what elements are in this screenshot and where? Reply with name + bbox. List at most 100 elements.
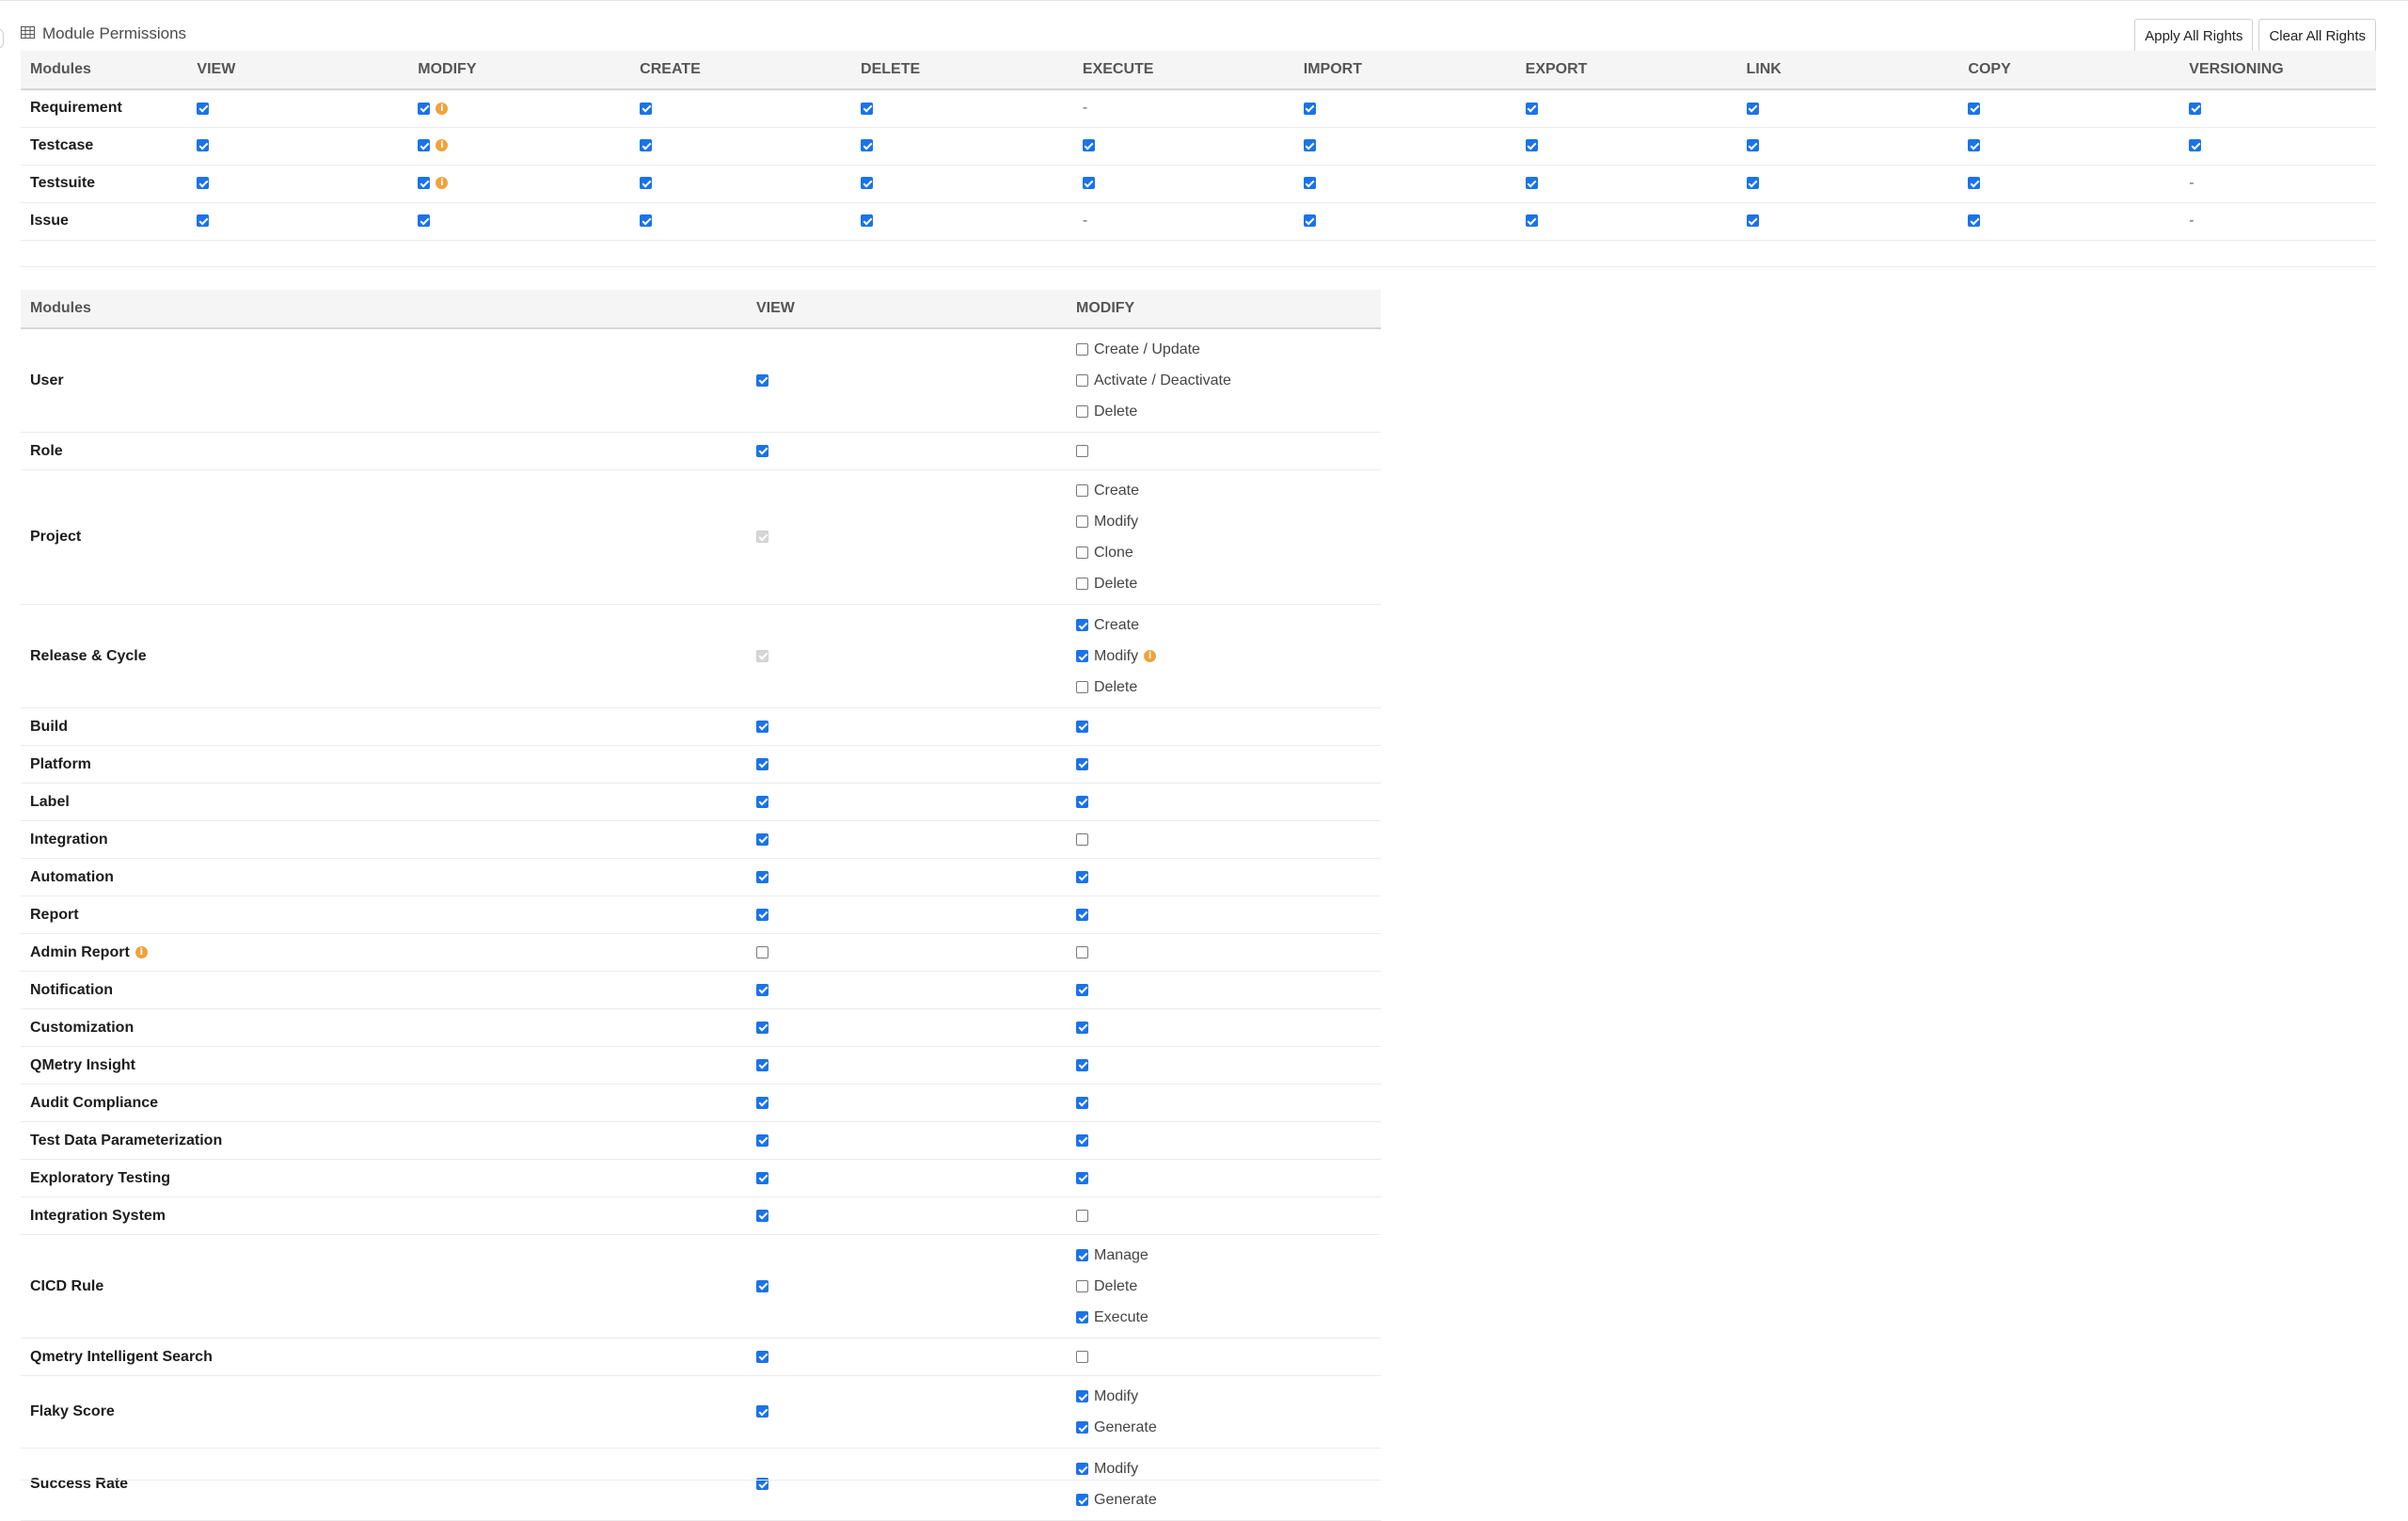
modify-checkbox[interactable] bbox=[418, 214, 431, 228]
view-checkbox[interactable] bbox=[756, 1058, 768, 1071]
view-checkbox[interactable] bbox=[756, 908, 768, 921]
modify-option[interactable]: Generate bbox=[1076, 1412, 1381, 1443]
execute-checkbox[interactable] bbox=[1082, 139, 1095, 152]
import-checkbox[interactable] bbox=[1303, 102, 1316, 115]
modify-checkbox[interactable] bbox=[1076, 444, 1088, 457]
modify-generate-checkbox[interactable] bbox=[1076, 1494, 1088, 1506]
apply-all-rights-button[interactable]: Apply All Rights bbox=[2134, 19, 2254, 53]
copy-checkbox[interactable] bbox=[1968, 102, 1981, 115]
create-checkbox[interactable] bbox=[640, 214, 653, 228]
link-checkbox[interactable] bbox=[1746, 214, 1759, 228]
modify-create-update-checkbox[interactable] bbox=[1076, 343, 1088, 356]
view-checkbox[interactable] bbox=[756, 1133, 768, 1147]
view-checkbox[interactable] bbox=[197, 214, 210, 228]
modify-checkbox[interactable] bbox=[418, 102, 431, 115]
export-checkbox[interactable] bbox=[1525, 177, 1538, 190]
versioning-checkbox[interactable] bbox=[2189, 139, 2202, 152]
delete-checkbox[interactable] bbox=[861, 102, 874, 115]
view-checkbox[interactable] bbox=[756, 983, 768, 996]
create-checkbox[interactable] bbox=[640, 139, 653, 152]
info-icon[interactable]: i bbox=[436, 102, 449, 115]
info-icon[interactable]: i bbox=[1144, 650, 1157, 662]
modify-checkbox[interactable] bbox=[1076, 1096, 1088, 1109]
modify-option[interactable]: Create bbox=[1076, 475, 1381, 506]
modify-delete-checkbox[interactable] bbox=[1076, 1280, 1088, 1292]
collapse-handle[interactable] bbox=[0, 28, 4, 49]
info-icon[interactable]: i bbox=[135, 945, 148, 959]
modify-modify-checkbox[interactable] bbox=[1076, 650, 1088, 662]
create-checkbox[interactable] bbox=[640, 102, 653, 115]
modify-delete-checkbox[interactable] bbox=[1076, 681, 1088, 693]
view-checkbox[interactable] bbox=[756, 1405, 768, 1418]
import-checkbox[interactable] bbox=[1303, 177, 1316, 190]
delete-checkbox[interactable] bbox=[861, 177, 874, 190]
copy-checkbox[interactable] bbox=[1968, 139, 1981, 152]
view-checkbox[interactable] bbox=[197, 102, 210, 115]
modify-checkbox[interactable] bbox=[1076, 1171, 1088, 1184]
view-checkbox[interactable] bbox=[756, 795, 768, 808]
modify-checkbox[interactable] bbox=[1076, 870, 1088, 883]
modify-checkbox[interactable] bbox=[1076, 908, 1088, 921]
view-checkbox[interactable] bbox=[756, 444, 768, 457]
modify-option[interactable]: Clone bbox=[1076, 537, 1381, 568]
modify-checkbox[interactable] bbox=[1076, 795, 1088, 808]
modify-option[interactable]: Activate / Deactivate bbox=[1076, 365, 1381, 396]
modify-checkbox[interactable] bbox=[418, 177, 431, 190]
view-checkbox[interactable] bbox=[756, 870, 768, 883]
modify-modify-checkbox[interactable] bbox=[1076, 1463, 1088, 1475]
execute-checkbox[interactable] bbox=[1082, 177, 1095, 190]
modify-create-checkbox[interactable] bbox=[1076, 484, 1088, 497]
view-checkbox[interactable] bbox=[756, 1171, 768, 1184]
modify-option[interactable]: Modify i bbox=[1076, 641, 1381, 672]
copy-checkbox[interactable] bbox=[1968, 177, 1981, 190]
modify-option[interactable]: Delete bbox=[1076, 672, 1381, 703]
import-checkbox[interactable] bbox=[1303, 214, 1316, 228]
modify-option[interactable]: Modify bbox=[1076, 1381, 1381, 1412]
clear-all-rights-button[interactable]: Clear All Rights bbox=[2258, 19, 2376, 53]
view-checkbox[interactable] bbox=[756, 1021, 768, 1034]
modify-clone-checkbox[interactable] bbox=[1076, 547, 1088, 559]
modify-create-checkbox[interactable] bbox=[1076, 619, 1088, 631]
view-checkbox[interactable] bbox=[756, 1209, 768, 1222]
modify-generate-checkbox[interactable] bbox=[1076, 1421, 1088, 1434]
modify-checkbox[interactable] bbox=[1076, 945, 1088, 959]
view-checkbox[interactable] bbox=[756, 945, 768, 959]
modify-activate-deactivate-checkbox[interactable] bbox=[1076, 374, 1088, 387]
view-checkbox[interactable] bbox=[197, 139, 210, 152]
modify-checkbox[interactable] bbox=[1076, 1350, 1088, 1363]
import-checkbox[interactable] bbox=[1303, 139, 1316, 152]
modify-checkbox[interactable] bbox=[1076, 1133, 1088, 1147]
export-checkbox[interactable] bbox=[1525, 102, 1538, 115]
copy-checkbox[interactable] bbox=[1968, 214, 1981, 228]
link-checkbox[interactable] bbox=[1746, 102, 1759, 115]
modify-checkbox[interactable] bbox=[1076, 757, 1088, 770]
link-checkbox[interactable] bbox=[1746, 139, 1759, 152]
view-checkbox[interactable] bbox=[756, 1350, 768, 1363]
modify-checkbox[interactable] bbox=[1076, 720, 1088, 733]
modify-modify-checkbox[interactable] bbox=[1076, 515, 1088, 528]
modify-checkbox[interactable] bbox=[1076, 983, 1088, 996]
versioning-checkbox[interactable] bbox=[2189, 102, 2202, 115]
export-checkbox[interactable] bbox=[1525, 139, 1538, 152]
modify-option[interactable]: Create bbox=[1076, 610, 1381, 641]
modify-checkbox[interactable] bbox=[1076, 1021, 1088, 1034]
delete-checkbox[interactable] bbox=[861, 139, 874, 152]
modify-option[interactable]: Delete bbox=[1076, 1271, 1381, 1302]
view-checkbox[interactable] bbox=[756, 1279, 768, 1292]
modify-checkbox[interactable] bbox=[1076, 832, 1088, 846]
view-checkbox[interactable] bbox=[756, 757, 768, 770]
view-checkbox[interactable] bbox=[756, 1096, 768, 1109]
modify-option[interactable]: Create / Update bbox=[1076, 334, 1381, 365]
modify-option[interactable]: Delete bbox=[1076, 396, 1381, 427]
modify-checkbox[interactable] bbox=[1076, 1209, 1088, 1222]
modify-modify-checkbox[interactable] bbox=[1076, 1390, 1088, 1402]
delete-checkbox[interactable] bbox=[861, 214, 874, 228]
link-checkbox[interactable] bbox=[1746, 177, 1759, 190]
info-icon[interactable]: i bbox=[436, 177, 449, 190]
create-checkbox[interactable] bbox=[640, 177, 653, 190]
modify-option[interactable]: Modify bbox=[1076, 506, 1381, 537]
modify-delete-checkbox[interactable] bbox=[1076, 405, 1088, 418]
modify-option[interactable]: Manage bbox=[1076, 1240, 1381, 1271]
export-checkbox[interactable] bbox=[1525, 214, 1538, 228]
modify-option[interactable]: Delete bbox=[1076, 568, 1381, 599]
